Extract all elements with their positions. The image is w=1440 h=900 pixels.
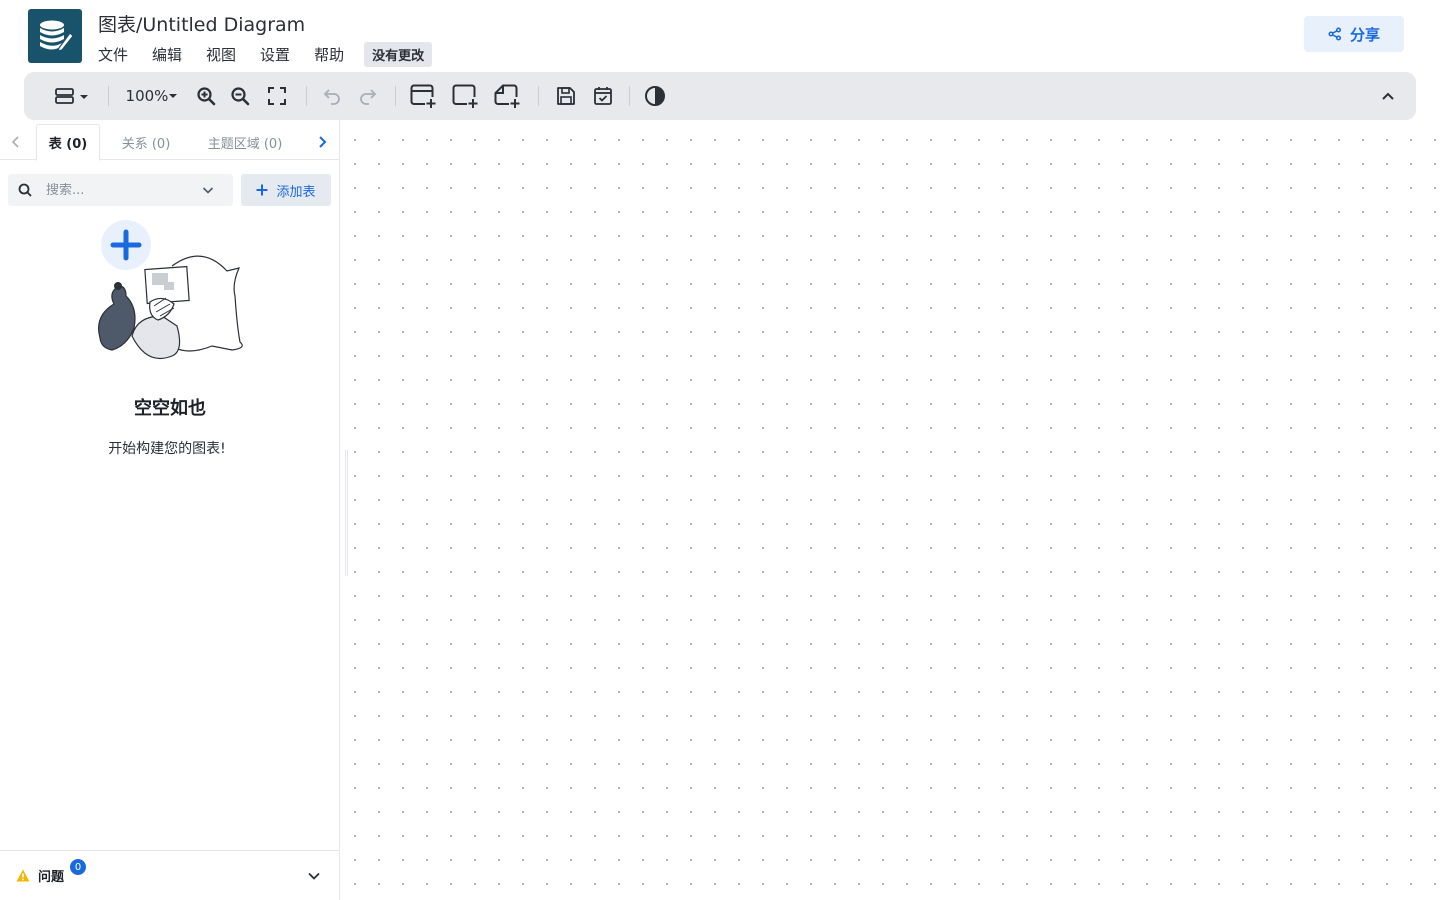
table-search[interactable] [8, 174, 233, 206]
layout-dropdown[interactable] [52, 72, 92, 120]
menu-settings[interactable]: 设置 [260, 44, 290, 65]
add-area-icon [452, 84, 478, 108]
menu-file[interactable]: 文件 [98, 44, 128, 65]
chevron-down-icon [169, 94, 178, 98]
tab-tables[interactable]: 表 (0) [36, 124, 100, 161]
diagram-title[interactable]: 图表/Untitled Diagram [98, 10, 305, 37]
zoom-out-button[interactable] [228, 72, 252, 120]
chevron-left-icon [11, 136, 19, 148]
collapse-toolbar-button[interactable] [1376, 72, 1400, 120]
zoom-in-button[interactable] [194, 72, 218, 120]
share-icon [1328, 27, 1342, 41]
add-table-label: 添加表 [276, 184, 316, 200]
toolbar-separator [306, 86, 307, 106]
add-table-icon [410, 84, 436, 108]
menu-view[interactable]: 视图 [206, 44, 236, 65]
database-logo-icon [40, 20, 74, 52]
zoom-dropdown[interactable]: 100% [122, 72, 182, 120]
layout-icon [55, 88, 88, 104]
redo-icon [360, 89, 377, 105]
sidebar-tabs: 表 (0) 关系 (0) 主题区域 (0) [0, 124, 339, 161]
search-input[interactable] [46, 182, 196, 198]
diagram-canvas[interactable] [341, 120, 1440, 900]
menu-edit[interactable]: 编辑 [152, 44, 182, 65]
fit-screen-icon [268, 87, 286, 105]
share-button[interactable]: 分享 [1304, 16, 1404, 52]
zoom-out-icon [231, 87, 250, 106]
add-note-icon [494, 84, 520, 108]
tabs-prev-button[interactable] [6, 132, 26, 152]
empty-state-description: 开始构建您的图表! [108, 441, 226, 457]
search-icon [18, 183, 32, 197]
todo-icon [594, 87, 612, 105]
warning-icon [16, 869, 30, 882]
app-header: 图表/Untitled Diagram 文件 编辑 视图 设置 帮助 没有更改 … [0, 0, 1440, 72]
issues-label: 问题 [38, 870, 65, 885]
add-table-button[interactable]: 添加表 [241, 174, 331, 206]
add-area-tool[interactable] [450, 72, 480, 120]
empty-state-illustration [98, 220, 243, 360]
menu-bar: 文件 编辑 视图 设置 帮助 没有更改 [98, 42, 433, 67]
undo-button[interactable] [320, 72, 344, 120]
toolbar-separator [629, 86, 630, 106]
undo-icon [323, 89, 340, 105]
chevron-down-icon[interactable] [202, 184, 214, 196]
fit-screen-button[interactable] [265, 72, 289, 120]
empty-state-title: 空空如也 [134, 398, 206, 419]
save-button[interactable] [552, 72, 580, 120]
theme-icon [645, 86, 665, 106]
menu-help[interactable]: 帮助 [314, 44, 344, 65]
todo-button[interactable] [589, 72, 617, 120]
add-note-tool[interactable] [492, 72, 522, 120]
zoom-in-icon [197, 87, 216, 106]
plus-icon [256, 184, 268, 196]
add-table-tool[interactable] [408, 72, 438, 120]
zoom-level: 100% [125, 87, 169, 105]
toolbar-separator [108, 86, 109, 106]
toolbar: 100% [24, 72, 1416, 120]
chevron-down-icon[interactable] [306, 868, 322, 884]
sidebar: 表 (0) 关系 (0) 主题区域 (0) 添加表 空 [0, 120, 340, 900]
chevron-right-icon [319, 136, 327, 148]
redo-button[interactable] [356, 72, 380, 120]
save-status-badge: 没有更改 [364, 42, 433, 67]
tab-subject-areas[interactable]: 主题区域 (0) [194, 124, 296, 160]
save-icon [557, 87, 575, 105]
chevron-up-icon [1382, 92, 1394, 100]
issues-count-badge: 0 [70, 859, 86, 875]
tab-relationships[interactable]: 关系 (0) [108, 124, 184, 160]
issues-panel[interactable]: 问题 0 [0, 850, 339, 900]
share-label: 分享 [1349, 25, 1380, 44]
tabs-next-button[interactable] [312, 132, 332, 152]
app-logo[interactable] [28, 9, 82, 63]
toolbar-separator [395, 86, 396, 106]
theme-toggle-button[interactable] [641, 72, 669, 120]
toolbar-separator [538, 86, 539, 106]
